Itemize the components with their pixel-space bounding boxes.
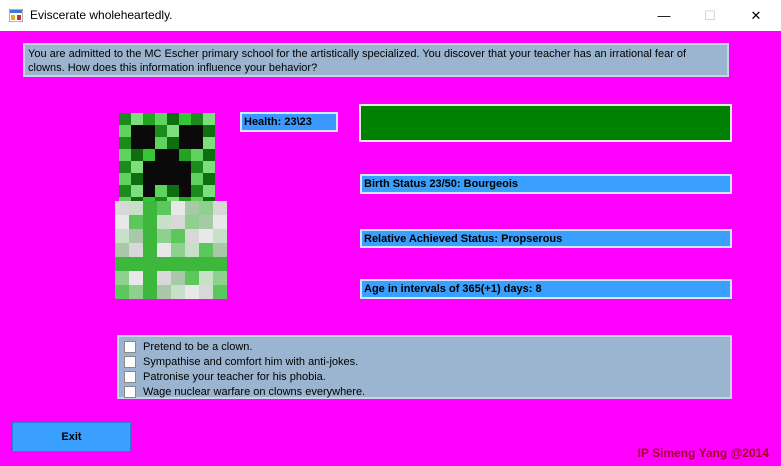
exit-button[interactable]: Exit bbox=[12, 422, 131, 452]
choice-checkbox[interactable] bbox=[124, 355, 136, 368]
choice-label: Patronise your teacher for his phobia. bbox=[143, 370, 326, 383]
game-window: Eviscerate wholeheartedly. — ☐ ✕ You are… bbox=[0, 0, 781, 466]
health-label: Health: 23\23 bbox=[240, 112, 338, 132]
relative-status: Relative Achieved Status: Propserous bbox=[360, 229, 732, 248]
choice-label: Wage nuclear warfare on clowns everywher… bbox=[143, 385, 366, 398]
window-title: Eviscerate wholeheartedly. bbox=[30, 8, 173, 22]
choice-item[interactable]: Pretend to be a clown. bbox=[121, 339, 730, 354]
title-bar: Eviscerate wholeheartedly. — ☐ ✕ bbox=[0, 0, 781, 31]
health-bar bbox=[359, 104, 732, 142]
choice-item[interactable]: Wage nuclear warfare on clowns everywher… bbox=[121, 384, 730, 399]
close-button[interactable]: ✕ bbox=[733, 0, 779, 31]
choices-list: Pretend to be a clown. Sympathise and co… bbox=[117, 335, 732, 399]
choice-checkbox[interactable] bbox=[124, 385, 136, 398]
choice-label: Sympathise and comfort him with anti-jok… bbox=[143, 355, 359, 368]
maximize-button[interactable]: ☐ bbox=[687, 0, 733, 31]
choice-item[interactable]: Sympathise and comfort him with anti-jok… bbox=[121, 354, 730, 369]
health-bar-fill bbox=[361, 106, 730, 140]
choice-label: Pretend to be a clown. bbox=[143, 340, 253, 353]
birth-status: Birth Status 23/50: Bourgeois bbox=[360, 174, 732, 194]
choice-checkbox[interactable] bbox=[124, 370, 136, 383]
close-icon: ✕ bbox=[750, 7, 762, 23]
minimize-button[interactable]: — bbox=[641, 0, 687, 31]
question-text: You are admitted to the MC Escher primar… bbox=[23, 43, 729, 77]
minimize-icon: — bbox=[657, 8, 671, 23]
credit-text: IP Simeng Yang @2014 bbox=[637, 446, 769, 460]
maximize-icon: ☐ bbox=[704, 7, 716, 23]
creeper-image bbox=[115, 113, 227, 299]
choice-checkbox[interactable] bbox=[124, 340, 136, 353]
app-icon bbox=[9, 9, 23, 22]
age-status: Age in intervals of 365(+1) days: 8 bbox=[360, 279, 732, 299]
choice-item[interactable]: Patronise your teacher for his phobia. bbox=[121, 369, 730, 384]
